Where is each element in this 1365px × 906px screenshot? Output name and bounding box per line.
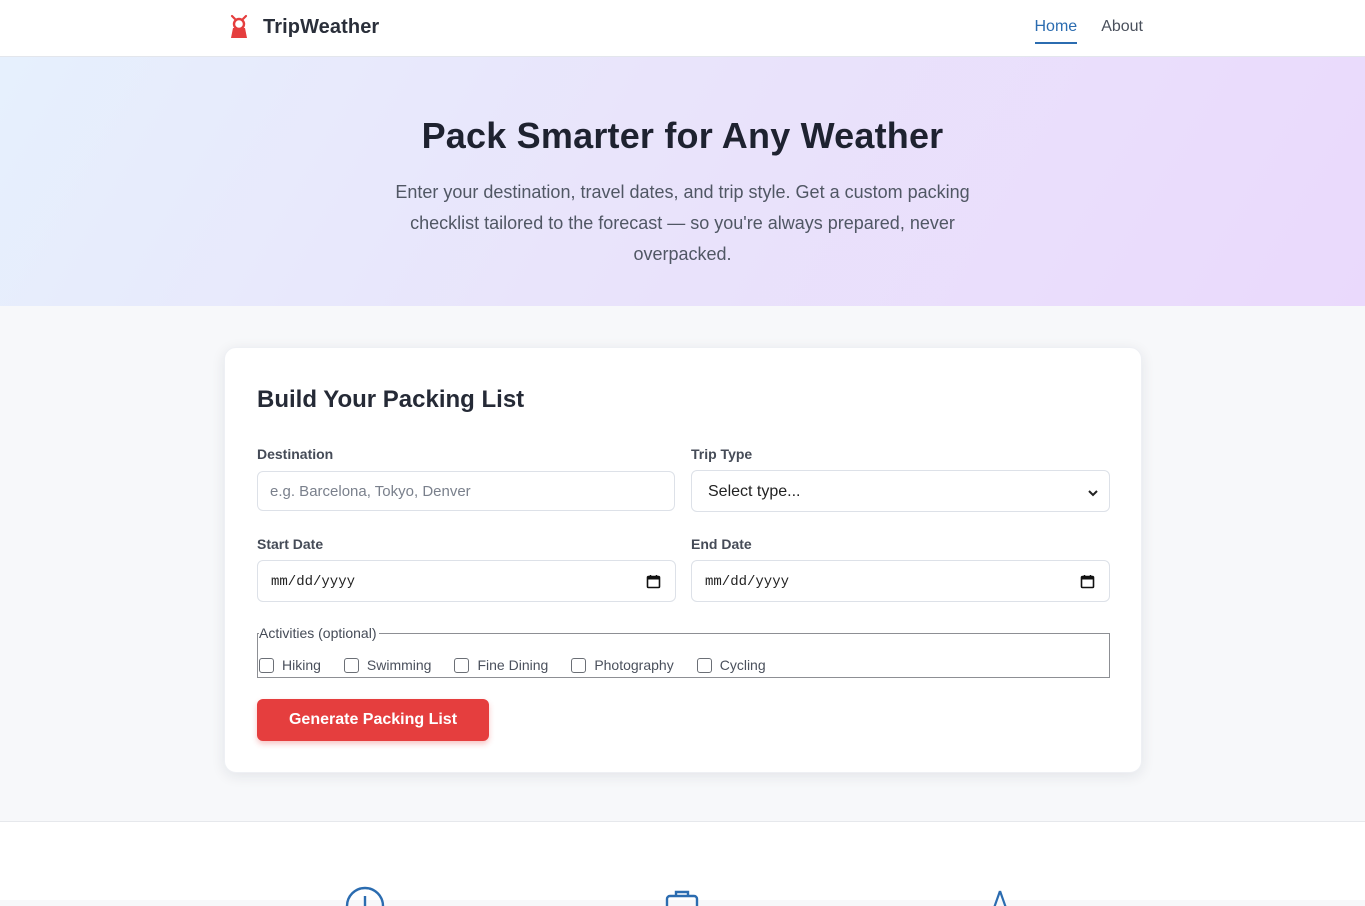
brand-name: TripWeather bbox=[263, 15, 380, 38]
clock-icon bbox=[345, 886, 385, 906]
start-date-label: Start Date bbox=[257, 536, 324, 552]
trip-type-label: Trip Type bbox=[691, 446, 753, 462]
brand[interactable]: TripWeather bbox=[228, 14, 379, 40]
trip-type-select[interactable]: Select type... bbox=[691, 470, 1110, 512]
nav-about-link[interactable]: About bbox=[1101, 18, 1143, 44]
activities-fieldset: Activities (optional) Hiking Swimming Fi… bbox=[257, 625, 1110, 678]
checkbox-box[interactable] bbox=[259, 657, 274, 673]
destination-input[interactable] bbox=[257, 471, 675, 511]
start-date-value: mm/dd/yyyy bbox=[271, 574, 356, 590]
activity-photography-checkbox[interactable]: Photography bbox=[571, 657, 674, 673]
mountain-icon bbox=[980, 886, 1020, 906]
features-section bbox=[0, 822, 1365, 906]
main-nav: Home About bbox=[1011, 18, 1143, 44]
hero-title: Pack Smarter for Any Weather bbox=[421, 115, 944, 156]
activities-checkbox-group: Hiking Swimming Fine Dining Photography … bbox=[259, 657, 789, 673]
calendar-icon[interactable] bbox=[1080, 574, 1095, 589]
checkbox-box[interactable] bbox=[454, 657, 470, 673]
activity-label: Cycling bbox=[719, 657, 766, 673]
top-navbar: TripWeather Home About bbox=[0, 0, 1365, 57]
activity-label: Fine Dining bbox=[477, 657, 549, 673]
checkbox-box[interactable] bbox=[343, 657, 359, 673]
suitcase-icon bbox=[662, 886, 702, 906]
activity-fine-dining-checkbox[interactable]: Fine Dining bbox=[454, 657, 548, 673]
activities-legend: Activities (optional) bbox=[259, 625, 379, 641]
activity-swimming-checkbox[interactable]: Swimming bbox=[343, 657, 432, 673]
checkbox-box[interactable] bbox=[571, 657, 587, 673]
alarm-bell-icon bbox=[228, 14, 250, 40]
activity-cycling-checkbox[interactable]: Cycling bbox=[696, 657, 766, 673]
start-date-input[interactable]: mm/dd/yyyy bbox=[257, 560, 676, 602]
end-date-value: mm/dd/yyyy bbox=[705, 574, 790, 590]
hero-section: Pack Smarter for Any Weather Enter your … bbox=[0, 57, 1365, 306]
activity-label: Swimming bbox=[366, 657, 432, 673]
checkbox-box[interactable] bbox=[696, 657, 712, 673]
packing-form-card: Build Your Packing List Destination Trip… bbox=[224, 347, 1142, 773]
nav-home-link[interactable]: Home bbox=[1034, 18, 1078, 44]
end-date-input[interactable]: mm/dd/yyyy bbox=[691, 560, 1110, 602]
generate-packing-list-button[interactable]: Generate Packing List bbox=[257, 699, 489, 741]
form-title: Build Your Packing List bbox=[257, 386, 525, 413]
activity-label: Hiking bbox=[282, 657, 321, 673]
end-date-label: End Date bbox=[691, 536, 752, 552]
activity-label: Photography bbox=[594, 657, 674, 673]
calendar-icon[interactable] bbox=[646, 574, 661, 589]
destination-label: Destination bbox=[257, 446, 334, 462]
hero-subtitle: Enter your destination, travel dates, an… bbox=[395, 182, 970, 264]
chevron-down-icon bbox=[1087, 486, 1099, 498]
trip-type-selected-value: Select type... bbox=[708, 483, 801, 500]
activity-hiking-checkbox[interactable]: Hiking bbox=[259, 657, 321, 673]
